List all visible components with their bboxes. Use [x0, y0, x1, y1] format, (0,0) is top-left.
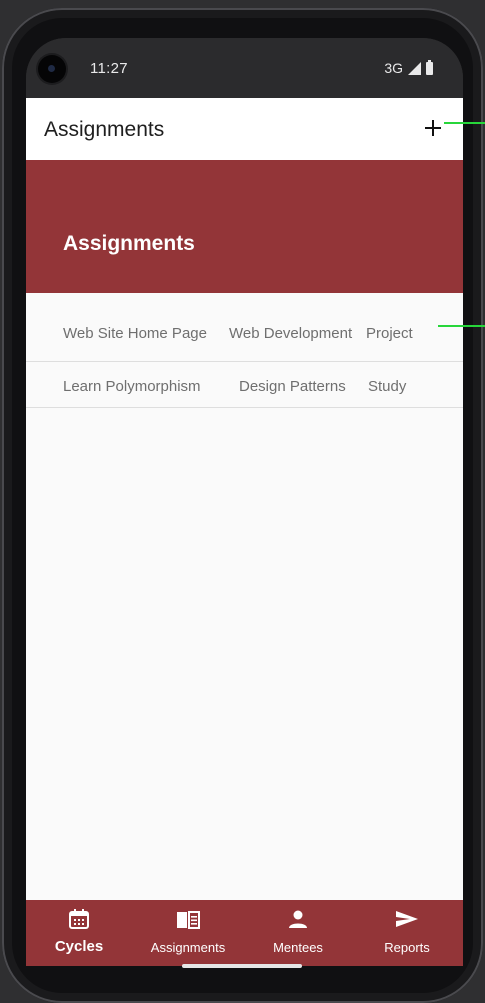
nav-item-assignments[interactable]: Assignments — [138, 900, 238, 966]
person-icon — [289, 910, 307, 928]
bottom-navigation: Cycles Assignments Mentees Reports — [26, 900, 463, 966]
nav-label-assignments: Assignments — [150, 940, 226, 955]
assignment-name: Web Site Home Page — [63, 325, 207, 342]
battery-icon — [426, 59, 433, 75]
banner-title: Assignments — [63, 232, 195, 255]
nav-item-cycles[interactable]: Cycles — [29, 900, 129, 966]
nav-label-mentees: Mentees — [273, 940, 323, 955]
status-bar: 11:27 3G — [26, 38, 463, 98]
nav-item-mentees[interactable]: Mentees — [248, 900, 348, 966]
nav-label-cycles: Cycles — [54, 938, 104, 955]
list-item[interactable]: Learn Polymorphism Design Patterns Study — [26, 362, 463, 408]
status-time: 11:27 — [90, 60, 128, 77]
assignment-type: Project — [366, 325, 413, 342]
signal-icon — [408, 61, 421, 75]
app-bar-title: Assignments — [44, 118, 165, 141]
assignment-list: Web Site Home Page Web Development Proje… — [26, 323, 463, 408]
network-type: 3G — [384, 60, 403, 76]
header-banner: Assignments — [26, 160, 463, 293]
assignment-course: Design Patterns — [239, 378, 346, 395]
assignment-course: Web Development — [229, 325, 353, 342]
calendar-icon — [69, 909, 89, 929]
indicator-line — [438, 325, 485, 327]
add-assignment-button[interactable] — [422, 116, 446, 140]
list-item[interactable]: Web Site Home Page Web Development Proje… — [26, 323, 463, 362]
app-bar: Assignments — [26, 98, 463, 161]
assignment-type: Study — [368, 378, 407, 395]
gesture-handle[interactable] — [182, 964, 302, 968]
app-content: Assignments Assignments Web Site Home Pa… — [26, 98, 463, 966]
nav-label-reports: Reports — [384, 940, 430, 955]
device-screen: 11:27 3G Assignments Assignments Web Sit… — [26, 38, 463, 966]
nav-item-reports[interactable]: Reports — [357, 900, 457, 966]
send-icon — [396, 911, 418, 927]
status-indicators: 3G — [384, 59, 433, 76]
front-camera — [38, 55, 66, 83]
indicator-line — [444, 122, 485, 124]
assignment-name: Learn Polymorphism — [63, 378, 201, 395]
book-icon — [177, 911, 200, 929]
